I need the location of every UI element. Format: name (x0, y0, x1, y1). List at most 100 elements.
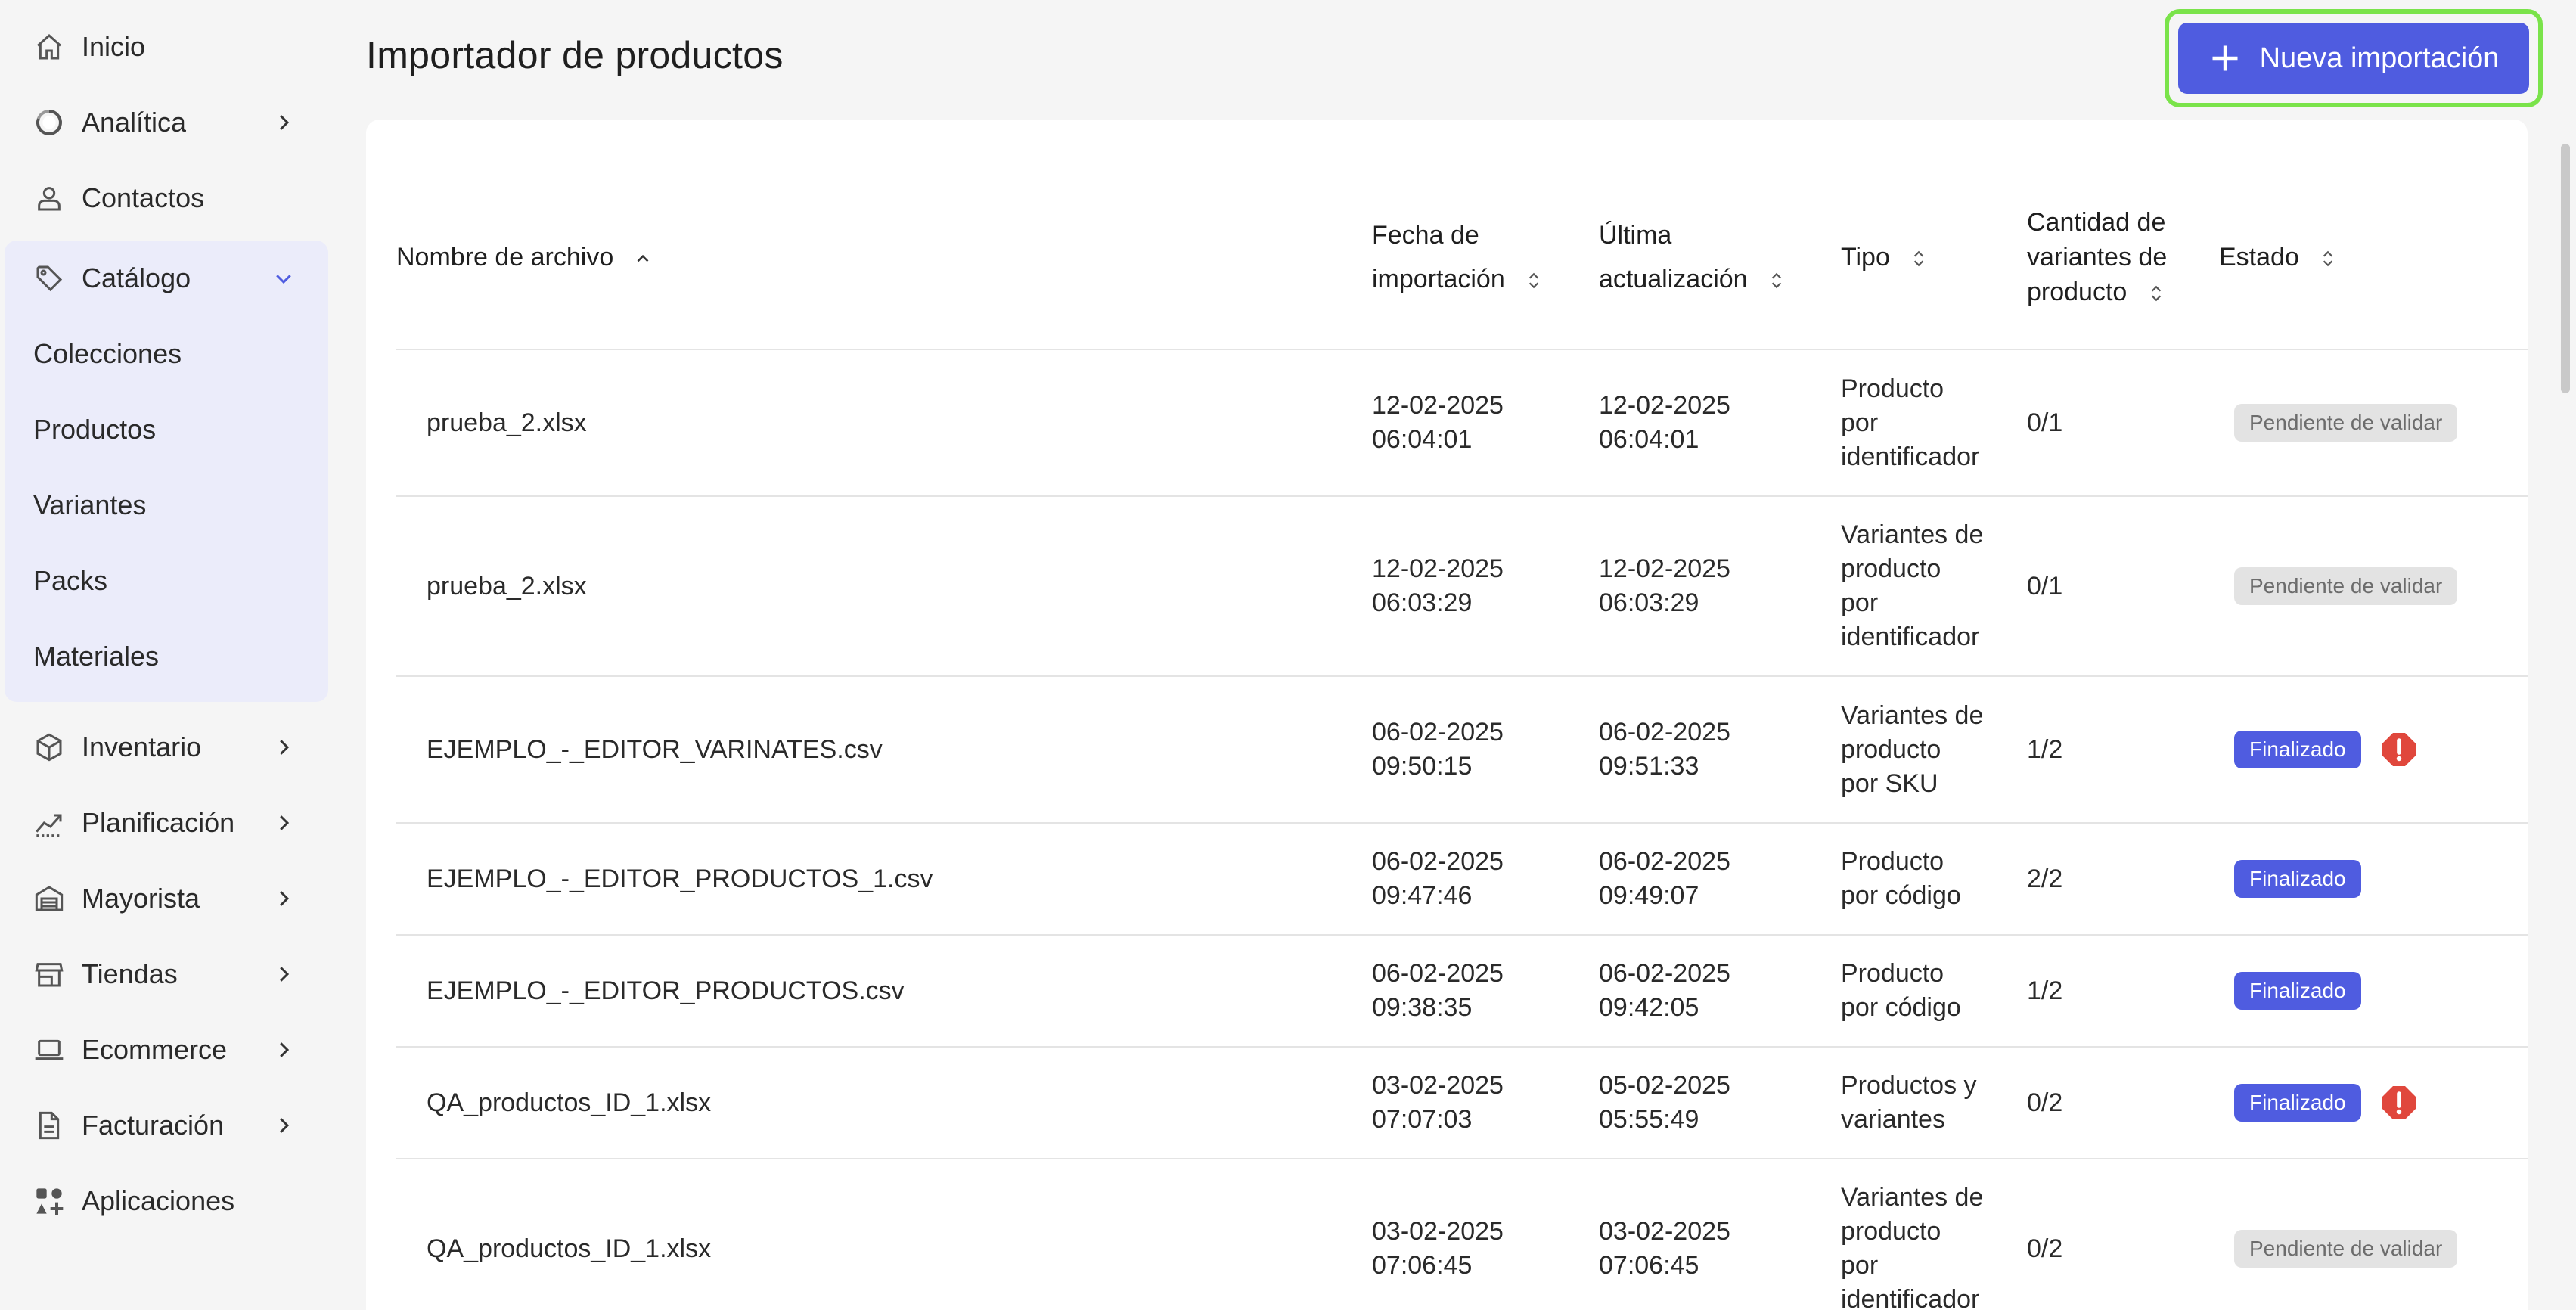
cell-last-update: 12-02-2025 06:03:29 (1599, 496, 1841, 677)
update-time: 06:04:01 (1599, 425, 1699, 454)
column-header-import-date[interactable]: Fecha de importación (1372, 165, 1599, 350)
file-name: EJEMPLO_-_EDITOR_PRODUCTOS.csv (427, 976, 905, 1005)
cell-import-date: 12-02-2025 06:04:01 (1372, 349, 1599, 497)
status-badge: Pendiente de validar (2234, 567, 2458, 605)
column-header-file[interactable]: Nombre de archivo (396, 165, 1372, 350)
update-date: 05-02-2025 (1599, 1071, 1730, 1100)
sidebar-item-inicio[interactable]: Inicio (0, 9, 340, 85)
file-name: prueba_2.xlsx (427, 408, 587, 437)
cell-last-update: 06-02-2025 09:51:33 (1599, 676, 1841, 824)
type-line: Variantes de (1841, 700, 1984, 730)
sort-icon[interactable] (1909, 245, 1929, 272)
trend-icon (33, 807, 65, 839)
variants-count: 0/2 (2027, 1088, 2063, 1117)
sidebar-subitem-colecciones[interactable]: Colecciones (5, 316, 328, 392)
type-line: producto (1841, 734, 1941, 764)
update-date: 12-02-2025 (1599, 554, 1730, 583)
import-time: 09:50:15 (1372, 752, 1473, 781)
document-icon (33, 1110, 65, 1141)
sidebar-item-mayorista[interactable]: Mayorista (0, 861, 340, 936)
update-time: 09:49:07 (1599, 881, 1699, 910)
update-date: 06-02-2025 (1599, 847, 1730, 876)
laptop-icon (33, 1034, 65, 1066)
cell-variants-count: 0/1 (2027, 496, 2219, 677)
sidebar-subitem-variantes[interactable]: Variantes (5, 467, 328, 543)
sidebar-item-tiendas[interactable]: Tiendas (0, 936, 340, 1012)
import-date: 03-02-2025 (1372, 1071, 1504, 1100)
sidebar-item-inventario[interactable]: Inventario (0, 709, 340, 785)
cell-import-date: 06-02-2025 09:38:35 (1372, 935, 1599, 1048)
update-date: 06-02-2025 (1599, 718, 1730, 747)
sidebar-item-label: Ecommerce (82, 1034, 228, 1065)
cell-file-name: prueba_2.xlsx (396, 349, 1372, 497)
status-badge: Finalizado (2234, 731, 2361, 768)
sidebar-subitem-packs[interactable]: Packs (5, 543, 328, 619)
new-import-button[interactable]: Nueva importación (2178, 23, 2529, 94)
column-header-last-update[interactable]: Última actualización (1599, 165, 1841, 350)
sort-icon[interactable] (1767, 267, 1786, 294)
import-date: 06-02-2025 (1372, 718, 1504, 747)
table-row[interactable]: QA_productos_ID_1.xlsx 03-02-2025 07:07:03… (396, 1047, 2528, 1159)
update-date: 12-02-2025 (1599, 391, 1730, 420)
type-line: Variantes de (1841, 1183, 1984, 1212)
cell-status: Finalizado (2219, 823, 2528, 936)
status-badge: Pendiente de validar (2234, 404, 2458, 442)
cell-import-date: 06-02-2025 09:47:46 (1372, 823, 1599, 936)
page-scrollbar[interactable] (2561, 144, 2570, 393)
table-row[interactable]: EJEMPLO_-_EDITOR_PRODUCTOS.csv 06-02-2025… (396, 935, 2528, 1048)
chevron-down-icon (276, 275, 291, 284)
table-row[interactable]: prueba_2.xlsx 12-02-2025 06:04:01 12-02-202… (396, 349, 2528, 497)
catalog-group: Catálogo Colecciones Productos Variantes… (5, 241, 328, 702)
cell-variants-count: 1/2 (2027, 676, 2219, 824)
import-time: 07:07:03 (1372, 1105, 1473, 1134)
variants-count: 1/2 (2027, 734, 2063, 764)
import-date: 06-02-2025 (1372, 959, 1504, 988)
sidebar-subitem-productos[interactable]: Productos (5, 392, 328, 467)
sort-ascending-icon[interactable] (633, 245, 653, 272)
imports-card: Nombre de archivo Fecha de importación Ú… (366, 120, 2528, 1310)
sort-icon[interactable] (1524, 267, 1544, 294)
sidebar-item-facturacion[interactable]: Facturación (0, 1088, 340, 1163)
apps-icon (33, 1185, 65, 1217)
sidebar: Inicio Analítica Contactos Catálogo Cole… (0, 0, 340, 1310)
status-badge: Finalizado (2234, 1084, 2361, 1122)
sort-icon[interactable] (2318, 245, 2338, 272)
table-row[interactable]: EJEMPLO_-_EDITOR_PRODUCTOS_1.csv 06-02-20… (396, 823, 2528, 936)
cell-variants-count: 0/1 (2027, 349, 2219, 497)
status-badge: Pendiente de validar (2234, 1230, 2458, 1268)
sidebar-item-ecommerce[interactable]: Ecommerce (0, 1012, 340, 1088)
update-time: 06:03:29 (1599, 588, 1699, 617)
sidebar-subitem-materiales[interactable]: Materiales (5, 619, 328, 694)
import-time: 09:38:35 (1372, 993, 1473, 1022)
sidebar-item-contactos[interactable]: Contactos (0, 160, 340, 236)
sidebar-item-catalogo[interactable]: Catálogo (5, 241, 328, 316)
sidebar-item-label: Aplicaciones (82, 1185, 235, 1216)
variants-count: 0/1 (2027, 571, 2063, 601)
table-row[interactable]: QA_productos_ID_1.xlsx 03-02-2025 07:06:45… (396, 1159, 2528, 1310)
warning-icon[interactable] (2381, 731, 2417, 768)
column-header-variants-count[interactable]: Cantidad de variantes de producto (2027, 165, 2219, 350)
sort-icon[interactable] (2146, 280, 2166, 307)
column-header-type[interactable]: Tipo (1841, 165, 2027, 350)
table-row[interactable]: EJEMPLO_-_EDITOR_VARINATES.csv 06-02-2025… (396, 676, 2528, 824)
type-line: por SKU (1841, 768, 1938, 798)
cell-type: Producto por código (1841, 823, 2027, 936)
table-row[interactable]: prueba_2.xlsx 12-02-2025 06:03:29 12-02-202… (396, 496, 2528, 677)
cell-import-date: 06-02-2025 09:50:15 (1372, 676, 1599, 824)
chevron-right-icon (280, 967, 290, 982)
sidebar-item-planificacion[interactable]: Planificación (0, 785, 340, 861)
cell-status: Finalizado (2219, 1047, 2528, 1159)
cell-last-update: 06-02-2025 09:42:05 (1599, 935, 1841, 1048)
cell-file-name: EJEMPLO_-_EDITOR_PRODUCTOS_1.csv (396, 823, 1372, 936)
sidebar-item-analitica[interactable]: Analítica (0, 85, 340, 160)
new-import-button-label: Nueva importación (2259, 42, 2500, 74)
type-line: Producto (1841, 847, 1944, 876)
status-badge: Finalizado (2234, 860, 2361, 898)
cell-type: Producto por identificador (1841, 349, 2027, 497)
import-time: 06:04:01 (1372, 425, 1473, 454)
type-line: Producto (1841, 959, 1944, 988)
sidebar-item-aplicaciones[interactable]: Aplicaciones (0, 1163, 340, 1239)
chevron-right-icon (280, 891, 290, 906)
warning-icon[interactable] (2381, 1085, 2417, 1121)
column-header-status[interactable]: Estado (2219, 165, 2528, 350)
